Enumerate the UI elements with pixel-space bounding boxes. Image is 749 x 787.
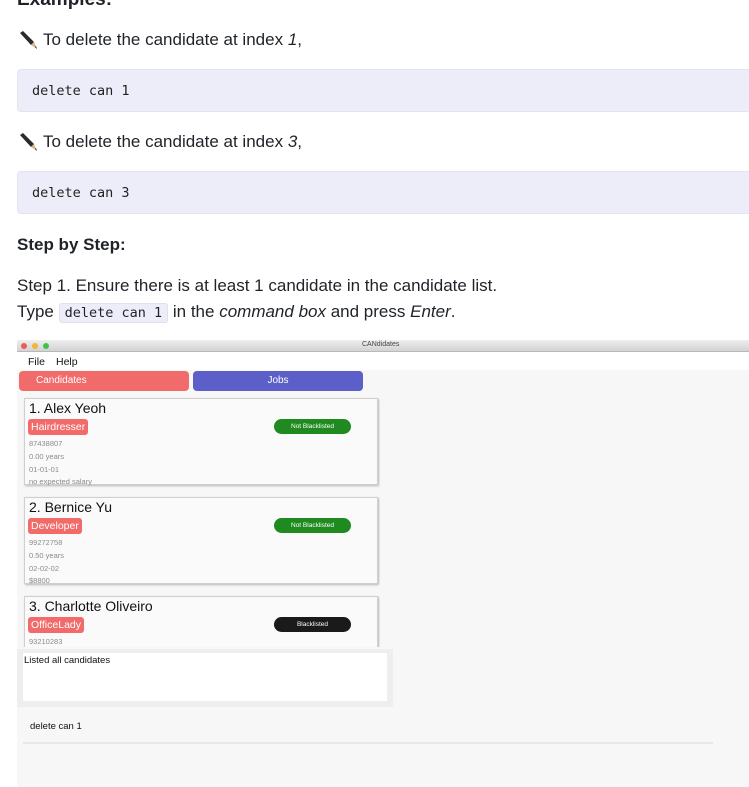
candidate-salary: $8800 [29,576,50,585]
pen-icon [20,31,37,49]
command-box[interactable]: delete can 1 [23,712,713,744]
result-text: Listed all candidates [24,655,111,666]
example-1-text: To delete the candidate at index [43,30,284,49]
step-1-line: Step 1. Ensure there is at least 1 candi… [17,276,498,295]
candidate-salary: no expected salary [29,477,92,486]
command-input-text: delete can 1 [30,721,82,732]
candidate-phone: 93210283 [29,637,63,646]
examples-heading: Examples: [17,0,112,11]
candidate-date: 02-02-02 [29,564,60,573]
candidate-date: 01-01-01 [29,465,60,474]
status-badge: Not Blacklisted [274,419,351,434]
example-2-index: 3 [287,132,298,151]
code-block-2: delete can 3 [17,171,749,214]
candidate-tag: OfficeLady [28,617,85,633]
period-text: . [450,302,456,321]
candidate-name: 2. Bernice Yu [29,499,113,515]
result-display: Listed all candidates [17,649,393,707]
enter-text: Enter [410,302,451,321]
tab-jobs[interactable]: Jobs [193,371,363,391]
window-titlebar: CANdidates [17,340,749,352]
close-icon[interactable] [21,343,27,349]
pen-icon [20,133,37,151]
example-1-index: 1 [287,30,298,49]
candidate-years: 0.00 years [29,452,65,461]
status-badge: Not Blacklisted [274,518,351,533]
inline-command-code: delete can 1 [58,303,169,323]
example-2: To delete the candidate at index 3, [17,131,302,153]
type-word: Type [17,302,54,321]
candidate-name: 1. Alex Yeoh [29,400,107,416]
example-1: To delete the candidate at index 1, [17,29,302,51]
app-screenshot: CANdidates File Help Candidates Jobs 1. … [17,340,749,787]
and-press-text: and press [330,302,406,321]
menu-bar: File Help [17,352,749,370]
tab-candidates[interactable]: Candidates [19,371,189,391]
command-box-text: command box [219,302,326,321]
candidate-years: 0.50 years [29,551,65,560]
candidate-tag: Hairdresser [28,419,89,435]
example-2-text: To delete the candidate at index [43,132,284,151]
candidate-name: 3. Charlotte Oliveiro [29,598,153,614]
window-title: CANdidates [362,341,400,348]
menu-file[interactable]: File [28,356,45,368]
example-1-suffix: , [297,30,303,49]
candidate-card[interactable]: 3. Charlotte Oliveiro OfficeLady 9321028… [24,596,378,647]
menu-help[interactable]: Help [56,356,78,368]
candidate-list[interactable]: 1. Alex Yeoh Hairdresser 87438807 0.00 y… [22,395,380,647]
zoom-icon[interactable] [43,343,49,349]
candidate-phone: 99272758 [29,538,63,547]
example-2-suffix: , [297,132,303,151]
step-by-step-heading: Step by Step: [17,235,126,254]
status-badge: Blacklisted [274,617,351,632]
minimize-icon[interactable] [32,343,38,349]
candidate-phone: 87438807 [29,439,63,448]
in-the-text: in the [172,302,215,321]
candidate-card[interactable]: 2. Bernice Yu Developer 99272758 0.50 ye… [24,497,378,585]
code-block-1: delete can 1 [17,69,749,112]
candidate-tag: Developer [28,518,82,534]
step-1-instruction: Type delete can 1 in the command box and… [17,302,456,323]
candidate-card[interactable]: 1. Alex Yeoh Hairdresser 87438807 0.00 y… [24,398,378,486]
